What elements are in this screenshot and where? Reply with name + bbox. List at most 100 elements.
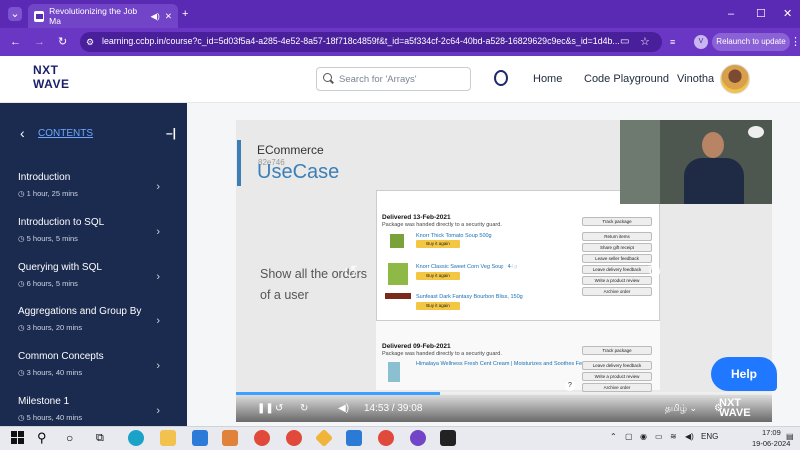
chevron-left-icon[interactable]: ‹ [20, 125, 25, 141]
reload-icon[interactable]: ↻ [58, 35, 67, 49]
buy-again-button: Buy it again [416, 240, 460, 248]
nav-code-playground[interactable]: Code Playground [584, 73, 669, 85]
rewind-icon[interactable]: ↺ [275, 403, 283, 414]
search-input[interactable]: Search for 'Arrays' [316, 67, 471, 91]
clock-time[interactable]: 17:09 [762, 428, 781, 437]
slide-subtitle: ECommerce [257, 143, 324, 157]
minimize-icon[interactable]: – [728, 7, 734, 21]
timer-icon[interactable] [494, 70, 508, 86]
chevron-right-icon: › [156, 271, 160, 283]
order-action: Share gift receipt [582, 243, 652, 252]
app-icon[interactable] [222, 430, 238, 446]
buy-again-button: Buy it again [416, 302, 460, 310]
tab-title: Revolutionizing the Job Ma [49, 6, 138, 26]
instructor-head [702, 132, 724, 158]
profile-avatar[interactable]: V [694, 35, 708, 49]
taskbar-search-icon[interactable]: ⚲ [37, 430, 53, 446]
file-explorer-icon[interactable] [160, 430, 176, 446]
order-action: Leave seller feedback [582, 254, 652, 263]
module-duration: 1 hour, 25 mins [26, 189, 78, 198]
battery-icon[interactable]: ▭ [655, 432, 663, 441]
speaker-icon[interactable]: ◀) [151, 11, 160, 22]
clock-icon: ◷ [18, 368, 27, 377]
new-tab-icon[interactable]: + [182, 7, 188, 21]
help-button[interactable]: Help [711, 357, 777, 391]
chevron-right-icon: › [156, 315, 160, 327]
url-text: learning.ccbp.in/course?c_id=5d03f5a4-a2… [102, 36, 620, 46]
product-image [388, 362, 400, 382]
chrome-profile-icon[interactable] [410, 430, 426, 446]
module-duration: 5 hours, 5 mins [26, 234, 78, 243]
bookmark-star-icon[interactable]: ☆ [640, 35, 650, 49]
module-item[interactable]: Aggregations and Group By ◷ 3 hours, 20 … [18, 306, 178, 346]
order-status: Delivered 13-Feb-2021 [382, 214, 451, 221]
buy-again-button: Buy it again [416, 272, 460, 280]
order-note: Package was handed directly to a securit… [382, 351, 502, 357]
clock-icon: ◷ [18, 323, 27, 332]
language-indicator[interactable]: ENG [701, 432, 718, 441]
user-name[interactable]: Vinotha [677, 73, 714, 85]
module-duration: 3 hours, 40 mins [26, 368, 83, 377]
search-icon [323, 73, 332, 82]
pause-overlay-icon[interactable] [500, 264, 518, 284]
product-image [388, 263, 408, 285]
order-action: Write a product review [582, 276, 652, 285]
chrome-icon[interactable] [378, 430, 394, 446]
maximize-icon[interactable]: ☐ [756, 7, 766, 21]
tray-icon[interactable]: ◉ [640, 432, 647, 441]
vscode-icon[interactable] [346, 430, 362, 446]
menu-kebab-icon[interactable]: ⋮ [790, 35, 800, 49]
media-control-icon[interactable]: ≡ [670, 35, 675, 49]
module-item[interactable]: Common Concepts ◷ 3 hours, 40 mins › [18, 351, 178, 391]
chrome-icon[interactable] [254, 430, 270, 446]
tab-search-icon[interactable]: ⌄ [8, 7, 22, 21]
module-item[interactable]: Querying with SQL ◷ 6 hours, 5 mins › [18, 262, 178, 302]
language-value: தமிழ் [665, 403, 687, 413]
browser-tab[interactable]: Revolutionizing the Job Ma ◀) ✕ [28, 4, 178, 28]
collapse-sidebar-icon[interactable]: –| [166, 126, 176, 140]
pause-icon[interactable]: ❚❚ [257, 403, 274, 414]
tab-close-icon[interactable]: ✕ [165, 11, 172, 22]
nav-home[interactable]: Home [533, 73, 562, 85]
site-info-icon[interactable]: ⚙ [86, 35, 94, 49]
forward-icon[interactable]: ↻ [300, 403, 308, 414]
clock-icon: ◷ [18, 234, 27, 243]
order-action: Archive order [582, 287, 652, 296]
avatar[interactable] [720, 64, 750, 94]
contents-title[interactable]: CONTENTS [38, 128, 93, 139]
module-title: Milestone 1 [18, 396, 70, 407]
wifi-icon[interactable]: ≋ [670, 432, 677, 441]
tray-chevron-icon[interactable]: ⌃ [610, 432, 617, 441]
windows-start-icon[interactable] [10, 430, 26, 446]
notification-icon[interactable]: ▤ [786, 432, 794, 441]
module-item[interactable]: Introduction to SQL ◷ 5 hours, 5 mins › [18, 217, 178, 257]
volume-icon[interactable]: ◀) [338, 403, 349, 414]
cast-icon[interactable]: ▭ [620, 35, 629, 49]
url-bar[interactable]: learning.ccbp.in/course?c_id=5d03f5a4-a2… [80, 32, 662, 52]
rewind-10-icon[interactable]: ↺ [343, 262, 358, 283]
tray-icon[interactable]: ▢ [625, 432, 633, 441]
help-question-icon[interactable]: ? [565, 381, 575, 391]
close-window-icon[interactable]: ✕ [783, 7, 792, 21]
logo[interactable]: NXT WAVE [33, 64, 93, 90]
forward-icon[interactable]: → [34, 35, 45, 49]
cortana-icon[interactable]: ○ [66, 430, 82, 446]
clock-date[interactable]: 19-06-2024 [752, 439, 790, 448]
task-view-icon[interactable]: ⧉ [96, 430, 112, 446]
volume-tray-icon[interactable]: ◀) [685, 432, 694, 441]
chrome-icon[interactable] [286, 430, 302, 446]
product-name: Himalaya Wellness Fresh Cent Cream | Moi… [416, 361, 605, 367]
order-status: Delivered 09-Feb-2021 [382, 343, 451, 350]
relaunch-button[interactable]: Relaunch to update [712, 33, 790, 51]
language-select[interactable]: தமிழ் ⌄ [665, 403, 697, 415]
edge-icon[interactable] [128, 430, 144, 446]
mail-icon[interactable] [192, 430, 208, 446]
order-action: Track package [582, 346, 652, 355]
order-action: Leave delivery feedback [582, 361, 652, 370]
forward-10-icon[interactable]: ↻ [647, 262, 662, 283]
terminal-icon[interactable] [440, 430, 456, 446]
module-item[interactable]: Introduction ◷ 1 hour, 25 mins › [18, 172, 178, 212]
progress-fill [236, 392, 440, 395]
back-icon[interactable]: ← [10, 35, 21, 49]
progress-bar[interactable] [236, 392, 772, 395]
